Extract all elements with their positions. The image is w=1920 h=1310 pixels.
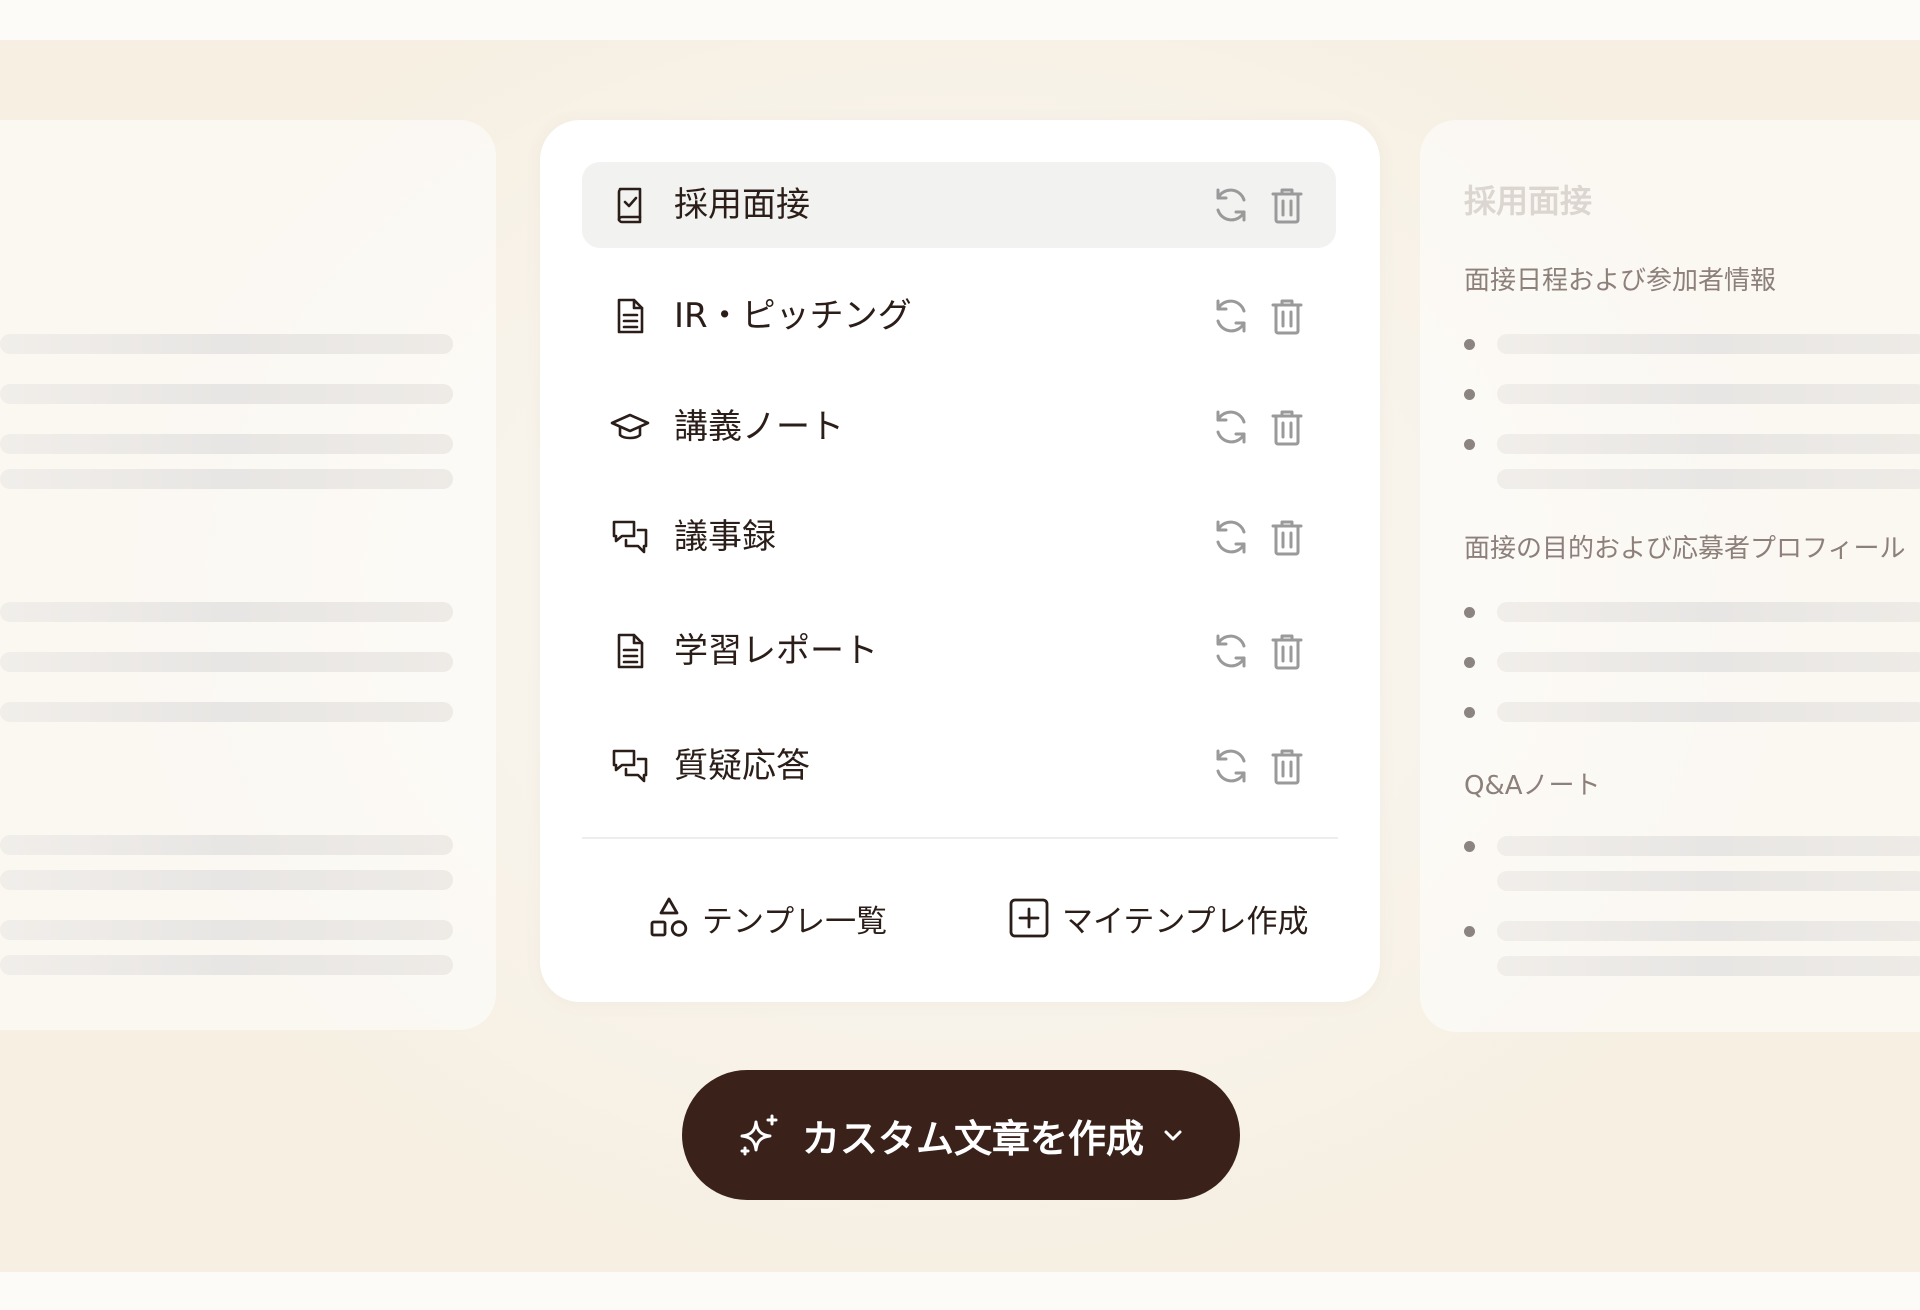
graduation-cap-icon: [610, 413, 650, 440]
skeleton-line: [1497, 921, 1920, 941]
trash-icon[interactable]: [1266, 295, 1308, 337]
template-item-study-report[interactable]: 学習レポート: [582, 608, 1336, 694]
bullet-dot: [1464, 926, 1475, 937]
template-list-button[interactable]: テンプレ一覧: [648, 890, 887, 946]
skeleton-line: [0, 334, 453, 354]
bullet-dot: [1464, 439, 1475, 450]
bullet-dot: [1464, 657, 1475, 668]
skeleton-line: [0, 835, 453, 855]
skeleton-line: [0, 469, 453, 489]
chat-bubbles-icon: [612, 520, 648, 554]
skeleton-line: [1497, 702, 1920, 722]
preview-section-heading: 面接の目的および応募者プロフィール: [1464, 534, 1906, 564]
trash-icon[interactable]: [1266, 406, 1308, 448]
chevron-down-icon: [1164, 1130, 1182, 1141]
template-label: IR・ピッチング: [674, 296, 912, 336]
skeleton-line: [1497, 384, 1920, 404]
template-item-lecture-notes[interactable]: 講義ノート: [582, 384, 1336, 470]
refresh-icon[interactable]: [1210, 745, 1252, 787]
template-item-minutes[interactable]: 議事録: [582, 494, 1336, 580]
right-preview-panel: [1420, 120, 1920, 1032]
skeleton-line: [1497, 652, 1920, 672]
skeleton-line: [1497, 434, 1920, 454]
skeleton-line: [0, 702, 453, 722]
template-label: 講義ノート: [674, 407, 844, 447]
row-actions: [1210, 745, 1308, 787]
skeleton-line: [1497, 469, 1920, 489]
row-actions: [1210, 184, 1308, 226]
bullet-dot: [1464, 389, 1475, 400]
template-label: 質疑応答: [674, 746, 810, 786]
skeleton-line: [1497, 334, 1920, 354]
create-template-label: マイテンプレ作成: [1062, 903, 1309, 940]
checklist-book-icon: [617, 187, 642, 224]
document-icon: [617, 633, 644, 669]
refresh-icon[interactable]: [1210, 295, 1252, 337]
bullet-dot: [1464, 707, 1475, 718]
template-label: 学習レポート: [674, 631, 878, 671]
create-template-button[interactable]: マイテンプレ作成: [1008, 890, 1308, 946]
skeleton-line: [1497, 836, 1920, 856]
left-preview-panel: [0, 120, 496, 1030]
sparkles-icon: [740, 1114, 778, 1156]
plus-square-icon: [1009, 898, 1049, 938]
skeleton-line: [0, 602, 453, 622]
document-icon: [617, 298, 644, 334]
skeleton-line: [1497, 602, 1920, 622]
skeleton-line: [1497, 956, 1920, 976]
skeleton-line: [1497, 871, 1920, 891]
skeleton-line: [0, 870, 453, 890]
create-custom-text-button[interactable]: カスタム文章を作成: [682, 1070, 1240, 1200]
template-item-qa[interactable]: 質疑応答: [582, 723, 1336, 809]
preview-section-heading: Q&Aノート: [1464, 771, 1601, 801]
bullet-dot: [1464, 841, 1475, 852]
row-actions: [1210, 516, 1308, 558]
bullet-dot: [1464, 339, 1475, 350]
row-actions: [1210, 406, 1308, 448]
bullet-dot: [1464, 607, 1475, 618]
refresh-icon[interactable]: [1210, 406, 1252, 448]
template-menu-card: 採用面接 IR・ピッチング 講義ノート 議事録 学習レポート 質疑応答 テンプレ…: [540, 120, 1380, 1002]
skeleton-line: [0, 384, 453, 404]
trash-icon[interactable]: [1266, 516, 1308, 558]
template-list-label: テンプレ一覧: [702, 903, 888, 940]
refresh-icon[interactable]: [1210, 630, 1252, 672]
skeleton-line: [0, 652, 453, 672]
row-actions: [1210, 295, 1308, 337]
template-item-ir-pitching[interactable]: IR・ピッチング: [582, 273, 1336, 359]
trash-icon[interactable]: [1266, 184, 1308, 226]
skeleton-line: [0, 920, 453, 940]
refresh-icon[interactable]: [1210, 184, 1252, 226]
divider: [582, 837, 1338, 839]
trash-icon[interactable]: [1266, 630, 1308, 672]
skeleton-line: [0, 955, 453, 975]
row-actions: [1210, 630, 1308, 672]
skeleton-line: [0, 434, 453, 454]
refresh-icon[interactable]: [1210, 516, 1252, 558]
chat-bubbles-icon: [612, 749, 648, 783]
cta-label: カスタム文章を作成: [801, 1116, 1144, 1161]
trash-icon[interactable]: [1266, 745, 1308, 787]
shapes-icon: [650, 897, 688, 937]
template-item-interview[interactable]: 採用面接: [582, 162, 1336, 248]
preview-section-heading: 面接日程および参加者情報: [1464, 266, 1777, 296]
template-label: 議事録: [674, 517, 776, 557]
template-label: 採用面接: [674, 185, 810, 225]
preview-title: 採用面接: [1464, 182, 1593, 220]
